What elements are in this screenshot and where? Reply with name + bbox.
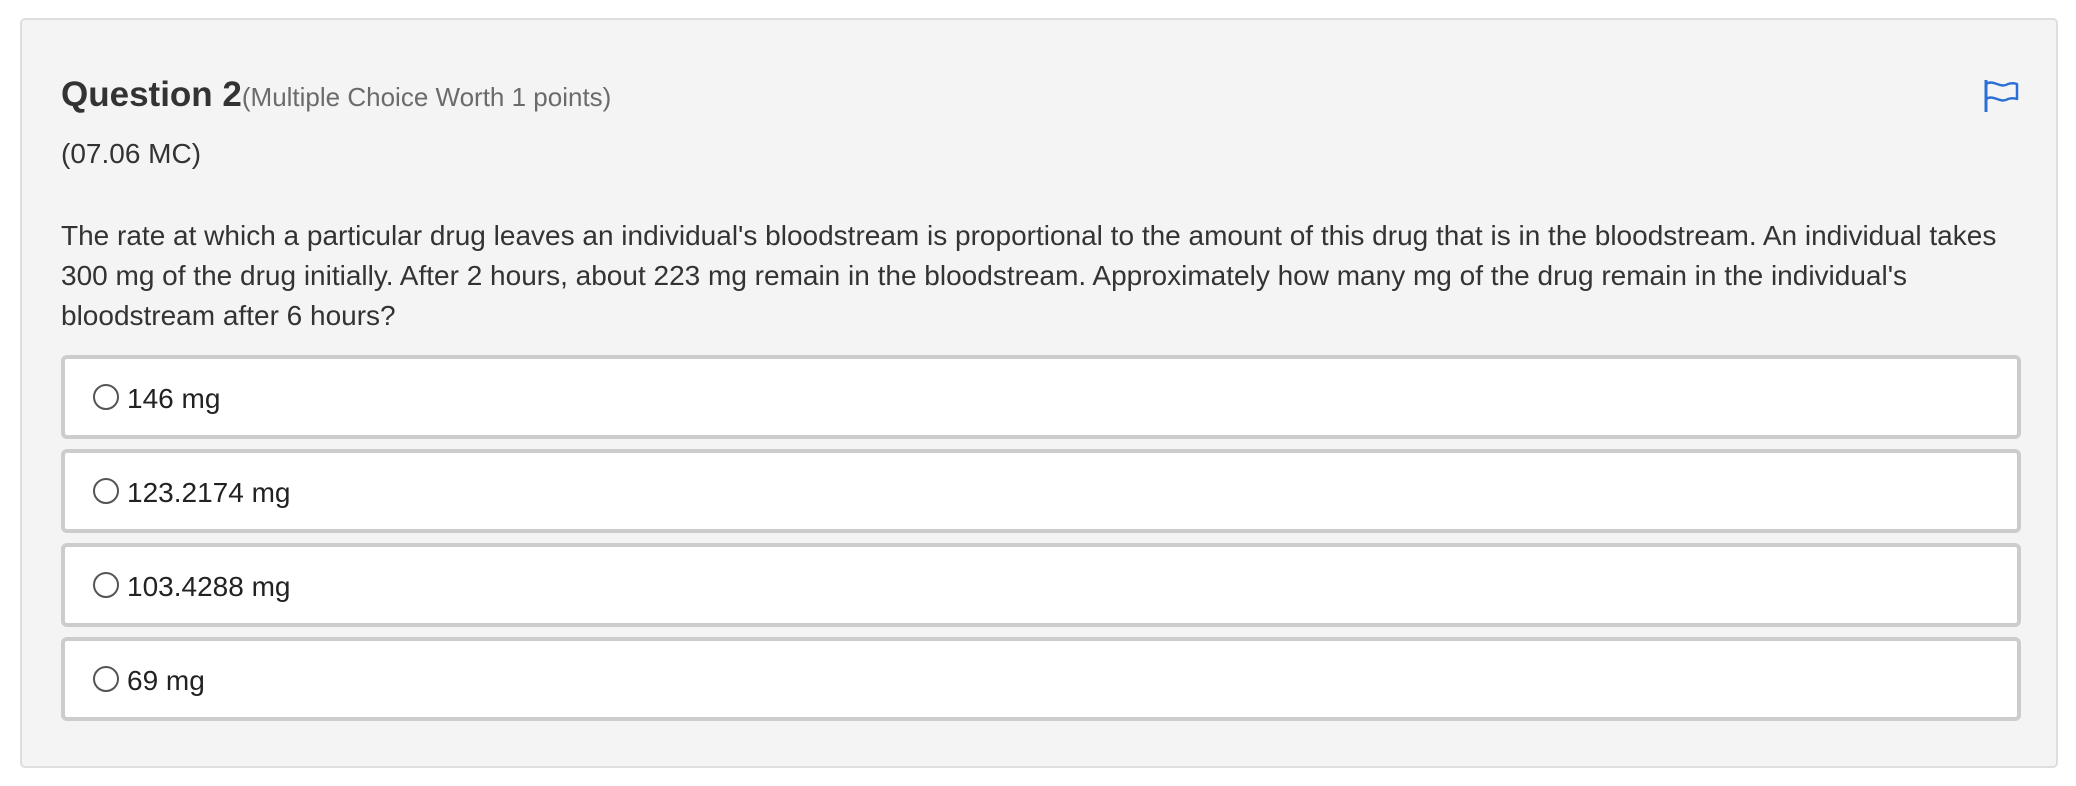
radio-button[interactable] bbox=[93, 666, 119, 692]
question-header: Question 2(Multiple Choice Worth 1 point… bbox=[61, 75, 611, 115]
answer-option-label: 103.4288 mg bbox=[127, 571, 291, 602]
answer-option[interactable]: 123.2174 mg bbox=[61, 449, 2021, 533]
answer-option[interactable]: 146 mg bbox=[61, 355, 2021, 439]
answer-option-label: 69 mg bbox=[127, 665, 205, 696]
question-card: Question 2(Multiple Choice Worth 1 point… bbox=[20, 18, 2058, 768]
answer-option[interactable]: 69 mg bbox=[61, 637, 2021, 721]
question-points: (Multiple Choice Worth 1 points) bbox=[241, 82, 612, 112]
question-title: Question 2 bbox=[61, 75, 242, 114]
question-prompt: The rate at which a particular drug leav… bbox=[61, 220, 1997, 331]
flag-icon bbox=[1984, 80, 2019, 112]
answer-option[interactable]: 103.4288 mg bbox=[61, 543, 2021, 627]
radio-button[interactable] bbox=[93, 572, 119, 598]
question-code: (07.06 MC) bbox=[61, 138, 202, 169]
flag-question-button[interactable] bbox=[1982, 78, 2020, 114]
radio-button[interactable] bbox=[93, 384, 119, 410]
answer-option-label: 146 mg bbox=[127, 383, 221, 414]
answer-option-label: 123.2174 mg bbox=[127, 477, 291, 508]
radio-button[interactable] bbox=[93, 478, 119, 504]
